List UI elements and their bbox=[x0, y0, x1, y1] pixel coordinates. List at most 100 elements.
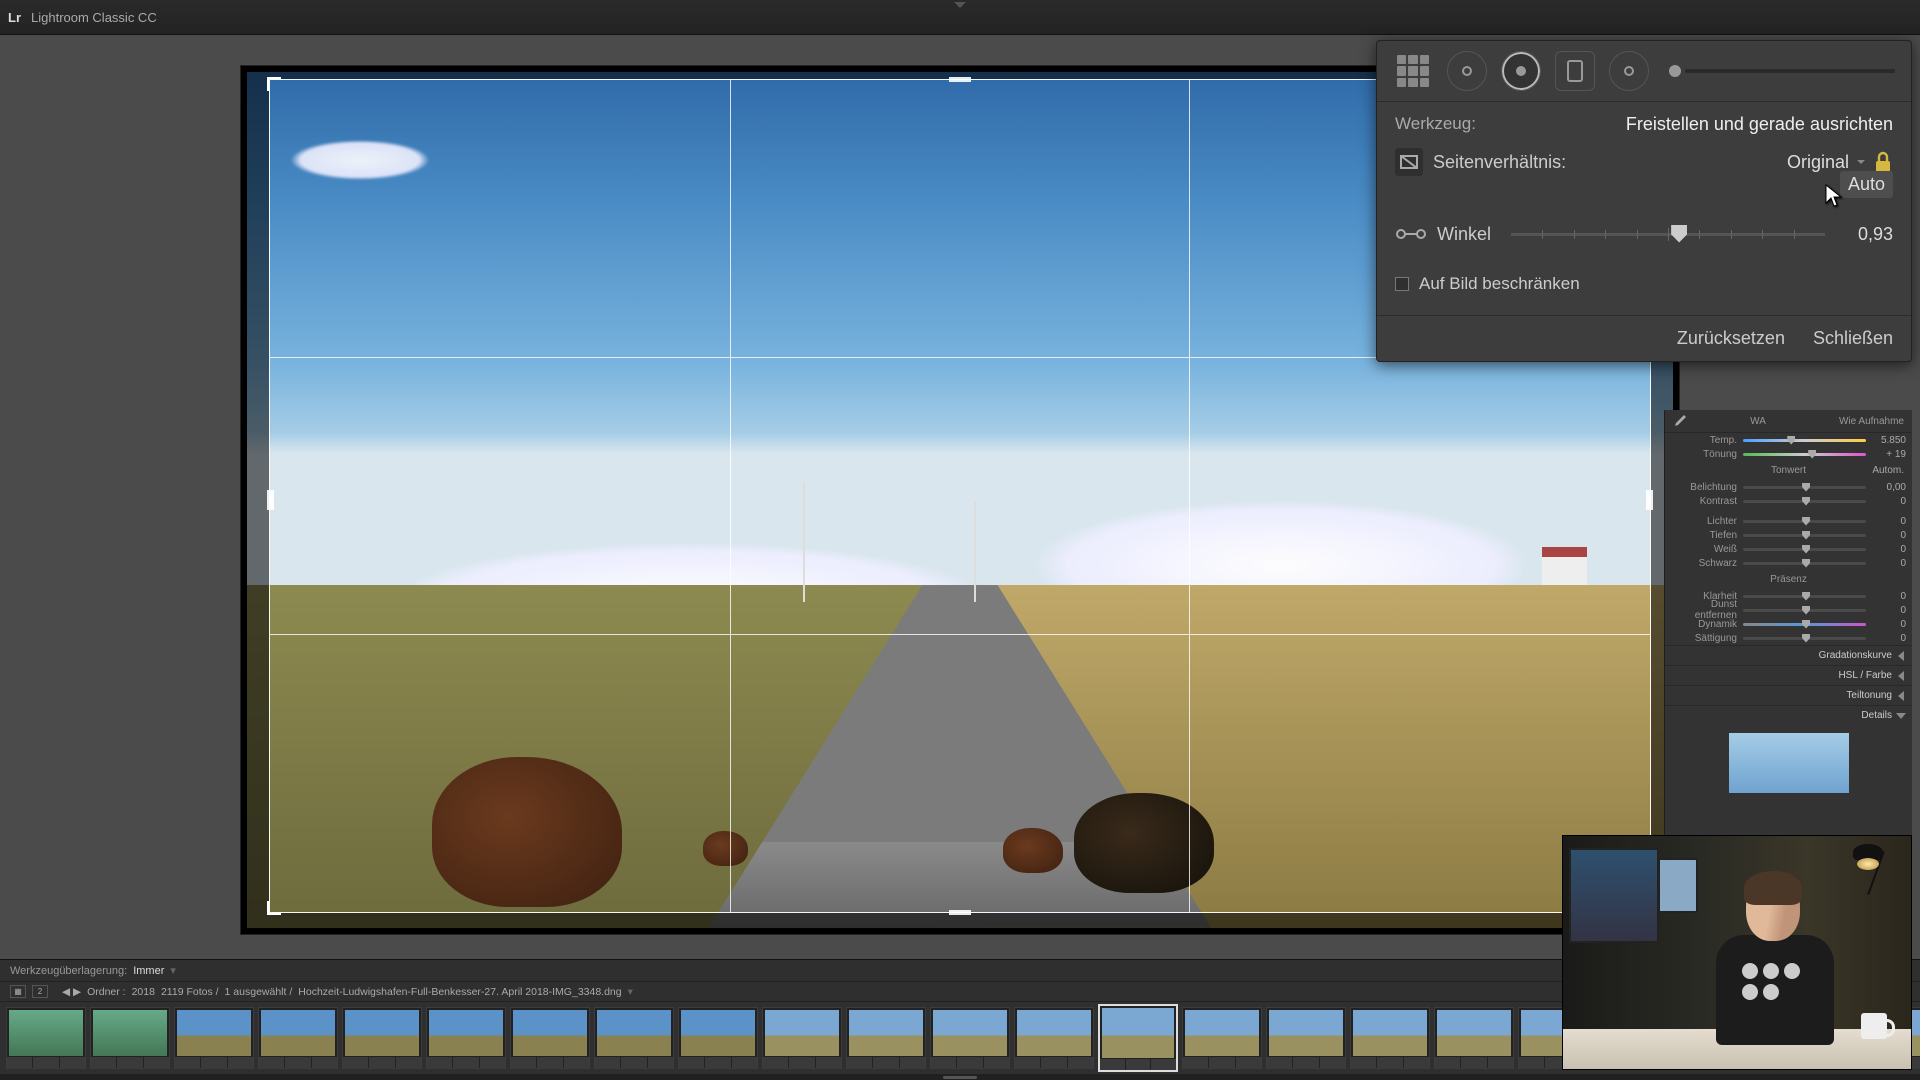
temp-slider[interactable] bbox=[1743, 439, 1866, 442]
filmstrip-thumb[interactable] bbox=[1434, 1007, 1514, 1069]
second-window-icon[interactable]: 2 bbox=[32, 985, 48, 998]
tint-value[interactable]: + 19 bbox=[1870, 449, 1906, 460]
tool-redeye-icon[interactable] bbox=[1501, 51, 1541, 91]
filmstrip-thumb[interactable] bbox=[258, 1007, 338, 1069]
auto-straighten-button[interactable]: Auto bbox=[1840, 171, 1893, 198]
filmstrip-thumb[interactable] bbox=[1350, 1007, 1430, 1069]
saturation-value[interactable]: 0 bbox=[1870, 633, 1906, 644]
folder-name[interactable]: 2018 bbox=[132, 986, 155, 998]
tint-label: Tönung bbox=[1671, 449, 1737, 460]
shadows-value[interactable]: 0 bbox=[1870, 530, 1906, 541]
angle-tool-icon[interactable] bbox=[1395, 224, 1427, 244]
whites-slider[interactable] bbox=[1743, 548, 1866, 551]
filmstrip-thumb[interactable] bbox=[426, 1007, 506, 1069]
exposure-slider[interactable] bbox=[1743, 486, 1866, 489]
saturation-slider[interactable] bbox=[1743, 637, 1866, 640]
vibrance-value[interactable]: 0 bbox=[1870, 619, 1906, 630]
panel-tone-curve[interactable]: Gradationskurve bbox=[1665, 645, 1912, 665]
angle-slider[interactable] bbox=[1511, 233, 1825, 236]
bottom-resizer[interactable] bbox=[0, 1074, 1920, 1080]
whites-value[interactable]: 0 bbox=[1870, 544, 1906, 555]
wb-label: WA bbox=[1687, 416, 1829, 427]
app-logo: Lr bbox=[8, 10, 21, 25]
folder-label: Ordner : bbox=[87, 986, 126, 998]
dehaze-slider[interactable] bbox=[1743, 609, 1866, 612]
aspect-ratio-icon[interactable] bbox=[1395, 148, 1423, 176]
tone-section-label: Tonwert bbox=[1771, 465, 1806, 476]
filename: Hochzeit-Ludwigshafen-Full-Benkesser-27.… bbox=[298, 986, 621, 998]
filmstrip-thumb[interactable] bbox=[1014, 1007, 1094, 1069]
tool-mode-strip bbox=[1377, 41, 1911, 102]
filmstrip-thumb-selected[interactable] bbox=[1098, 1004, 1178, 1072]
exposure-value[interactable]: 0,00 bbox=[1870, 482, 1906, 493]
clarity-value[interactable]: 0 bbox=[1870, 591, 1906, 602]
filmstrip-thumb[interactable] bbox=[342, 1007, 422, 1069]
shadows-label: Tiefen bbox=[1671, 530, 1737, 541]
grid-view-icon[interactable]: ▦ bbox=[10, 985, 26, 998]
filmstrip-thumb[interactable] bbox=[90, 1007, 170, 1069]
filmstrip-thumb[interactable] bbox=[510, 1007, 590, 1069]
tool-name: Freistellen und gerade ausrichten bbox=[1626, 114, 1893, 135]
shadows-slider[interactable] bbox=[1743, 534, 1866, 537]
tool-crop-icon[interactable] bbox=[1393, 51, 1433, 91]
highlights-slider[interactable] bbox=[1743, 520, 1866, 523]
detail-preview bbox=[1729, 733, 1849, 793]
angle-label: Winkel bbox=[1437, 224, 1491, 245]
tool-size-slider[interactable] bbox=[1669, 65, 1895, 77]
tool-label: Werkzeug: bbox=[1395, 114, 1476, 135]
app-title: Lightroom Classic CC bbox=[31, 10, 157, 25]
chevron-down-icon bbox=[1857, 160, 1865, 164]
angle-slider-knob[interactable] bbox=[1671, 225, 1687, 243]
titlebar: Lr Lightroom Classic CC bbox=[0, 0, 1920, 35]
wb-mode-dropdown[interactable]: Wie Aufnahme bbox=[1829, 416, 1904, 427]
clarity-slider[interactable] bbox=[1743, 595, 1866, 598]
vibrance-slider[interactable] bbox=[1743, 623, 1866, 626]
highlights-label: Lichter bbox=[1671, 516, 1737, 527]
main-area: Werkzeug: Freistellen und gerade ausrich… bbox=[0, 35, 1920, 959]
panel-detail[interactable]: Details bbox=[1665, 705, 1912, 725]
panel-split-toning[interactable]: Teiltonung bbox=[1665, 685, 1912, 705]
tool-spot-icon[interactable] bbox=[1447, 51, 1487, 91]
filmstrip-thumb[interactable] bbox=[678, 1007, 758, 1069]
aspect-value: Original bbox=[1787, 152, 1849, 173]
webcam-overlay bbox=[1562, 835, 1912, 1070]
filmstrip-thumb[interactable] bbox=[762, 1007, 842, 1069]
photo-count: 2119 Fotos / bbox=[161, 986, 219, 998]
filmstrip-thumb[interactable] bbox=[6, 1007, 86, 1069]
temp-label: Temp. bbox=[1671, 435, 1737, 446]
panel-hsl[interactable]: HSL / Farbe bbox=[1665, 665, 1912, 685]
titlebar-caret-icon[interactable] bbox=[954, 2, 966, 8]
reset-button[interactable]: Zurücksetzen bbox=[1677, 328, 1785, 349]
tool-gradient-icon[interactable] bbox=[1555, 51, 1595, 91]
tool-radial-icon[interactable] bbox=[1609, 51, 1649, 91]
filmstrip-thumb[interactable] bbox=[846, 1007, 926, 1069]
selected-count: 1 ausgewählt / bbox=[225, 986, 293, 998]
exposure-label: Belichtung bbox=[1671, 482, 1737, 493]
filmstrip-thumb[interactable] bbox=[1266, 1007, 1346, 1069]
filmstrip-thumb[interactable] bbox=[594, 1007, 674, 1069]
presence-section-label: Präsenz bbox=[1770, 574, 1807, 585]
angle-value[interactable]: 0,93 bbox=[1845, 224, 1893, 245]
tone-auto-button[interactable]: Autom. bbox=[1872, 465, 1904, 476]
close-button[interactable]: Schließen bbox=[1813, 328, 1893, 349]
filmstrip-thumb[interactable] bbox=[1182, 1007, 1262, 1069]
tint-slider[interactable] bbox=[1743, 453, 1866, 456]
crop-tool-panel: Werkzeug: Freistellen und gerade ausrich… bbox=[1376, 40, 1912, 362]
temp-value[interactable]: 5.850 bbox=[1870, 435, 1906, 446]
contrast-value[interactable]: 0 bbox=[1870, 496, 1906, 507]
constrain-checkbox[interactable] bbox=[1395, 277, 1409, 291]
contrast-slider[interactable] bbox=[1743, 500, 1866, 503]
blacks-slider[interactable] bbox=[1743, 562, 1866, 565]
filmstrip-thumb[interactable] bbox=[930, 1007, 1010, 1069]
dehaze-value[interactable]: 0 bbox=[1870, 605, 1906, 616]
whites-label: Weiß bbox=[1671, 544, 1737, 555]
filmstrip-thumb[interactable] bbox=[174, 1007, 254, 1069]
aspect-label: Seitenverhältnis: bbox=[1433, 152, 1566, 173]
overlay-label: Werkzeugüberlagerung: bbox=[10, 965, 127, 977]
eyedropper-icon[interactable] bbox=[1673, 414, 1687, 428]
blacks-value[interactable]: 0 bbox=[1870, 558, 1906, 569]
saturation-label: Sättigung bbox=[1671, 633, 1737, 644]
highlights-value[interactable]: 0 bbox=[1870, 516, 1906, 527]
overlay-value-dropdown[interactable]: Immer bbox=[133, 965, 164, 977]
contrast-label: Kontrast bbox=[1671, 496, 1737, 507]
